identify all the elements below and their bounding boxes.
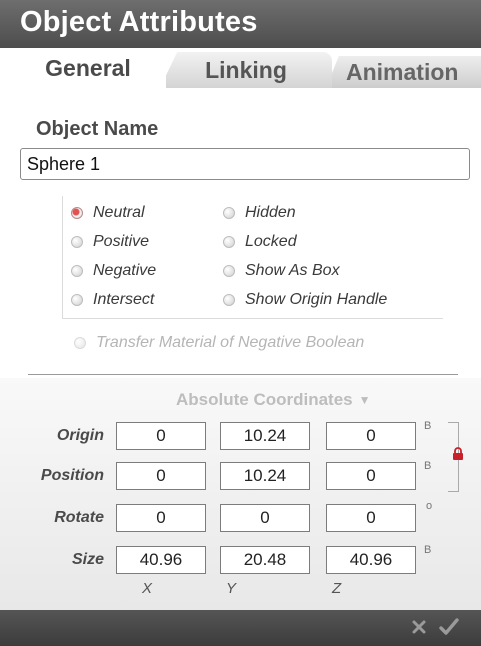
size-z-field[interactable] [326, 546, 416, 574]
window-title: Object Attributes [20, 6, 258, 38]
object-attributes-panel: Object Attributes Animation Linking Gene… [0, 0, 481, 646]
option-label: Locked [245, 233, 297, 250]
row-label-origin: Origin [56, 427, 104, 444]
radio-icon [223, 236, 235, 248]
size-x-field[interactable] [116, 546, 206, 574]
option-label: Show As Box [245, 262, 340, 279]
coordinates-mode-label: Absolute Coordinates [176, 390, 353, 409]
title-bar: Object Attributes [0, 0, 481, 48]
divider [28, 374, 458, 375]
size-y-field[interactable] [220, 546, 310, 574]
radio-icon [223, 207, 235, 219]
option-show-as-box[interactable]: Show As Box [223, 262, 340, 280]
radio-icon [71, 265, 83, 277]
tab-label: Animation [346, 58, 459, 85]
tab-linking[interactable]: Linking [160, 52, 332, 88]
object-name-label: Object Name [36, 118, 159, 140]
object-options-group: Neutral Positive Negative Intersect Hidd… [62, 196, 443, 319]
unit-label: o [426, 500, 433, 512]
cancel-button[interactable] [406, 614, 432, 640]
confirm-button[interactable] [436, 614, 462, 640]
tab-general[interactable]: General [10, 48, 166, 88]
rotate-y-field[interactable] [220, 504, 310, 532]
object-name-input[interactable] [20, 148, 470, 180]
checkmark-icon [439, 618, 459, 635]
radio-label: Negative [93, 262, 157, 279]
position-z-field[interactable] [326, 462, 416, 490]
option-label: Show Origin Handle [245, 291, 388, 308]
tab-animation[interactable]: Animation [326, 56, 481, 88]
option-label: Transfer Material of Negative Boolean [96, 334, 365, 351]
unit-label: B [424, 460, 432, 472]
axis-label-z: Z [332, 580, 342, 597]
radio-label: Neutral [93, 204, 145, 221]
radio-selected-icon [71, 207, 83, 219]
origin-z-field[interactable] [326, 422, 416, 450]
close-icon [412, 620, 426, 634]
origin-x-field[interactable] [116, 422, 206, 450]
chevron-down-icon: ▼ [358, 393, 371, 407]
unit-label: B [424, 420, 432, 432]
radio-icon [223, 294, 235, 306]
coordinates-section [0, 378, 481, 610]
radio-icon [74, 337, 86, 349]
axis-label-y: Y [226, 580, 237, 597]
row-label-position: Position [40, 467, 104, 484]
position-y-field[interactable] [220, 462, 310, 490]
radio-icon [71, 236, 83, 248]
unit-label: B [424, 544, 432, 556]
option-locked[interactable]: Locked [223, 233, 297, 251]
radio-intersect[interactable]: Intersect [71, 291, 154, 309]
radio-positive[interactable]: Positive [71, 233, 149, 251]
option-transfer-material: Transfer Material of Negative Boolean [74, 334, 364, 352]
rotate-x-field[interactable] [116, 504, 206, 532]
option-hidden[interactable]: Hidden [223, 204, 296, 222]
tab-label: General [45, 54, 131, 81]
option-label: Hidden [245, 204, 296, 221]
position-x-field[interactable] [116, 462, 206, 490]
origin-y-field[interactable] [220, 422, 310, 450]
rotate-z-field[interactable] [326, 504, 416, 532]
row-label-rotate: Rotate [54, 509, 104, 526]
radio-label: Positive [93, 233, 150, 250]
radio-label: Intersect [93, 291, 155, 308]
radio-neutral[interactable]: Neutral [71, 204, 145, 222]
row-label-size: Size [71, 551, 104, 568]
coordinates-mode-dropdown[interactable]: Absolute Coordinates ▼ [176, 390, 371, 410]
tab-label: Linking [205, 56, 287, 83]
radio-negative[interactable]: Negative [71, 262, 156, 280]
radio-icon [71, 294, 83, 306]
axis-label-x: X [142, 580, 153, 597]
lock-icon[interactable] [451, 447, 465, 461]
radio-icon [223, 265, 235, 277]
option-show-origin-handle[interactable]: Show Origin Handle [223, 291, 387, 309]
